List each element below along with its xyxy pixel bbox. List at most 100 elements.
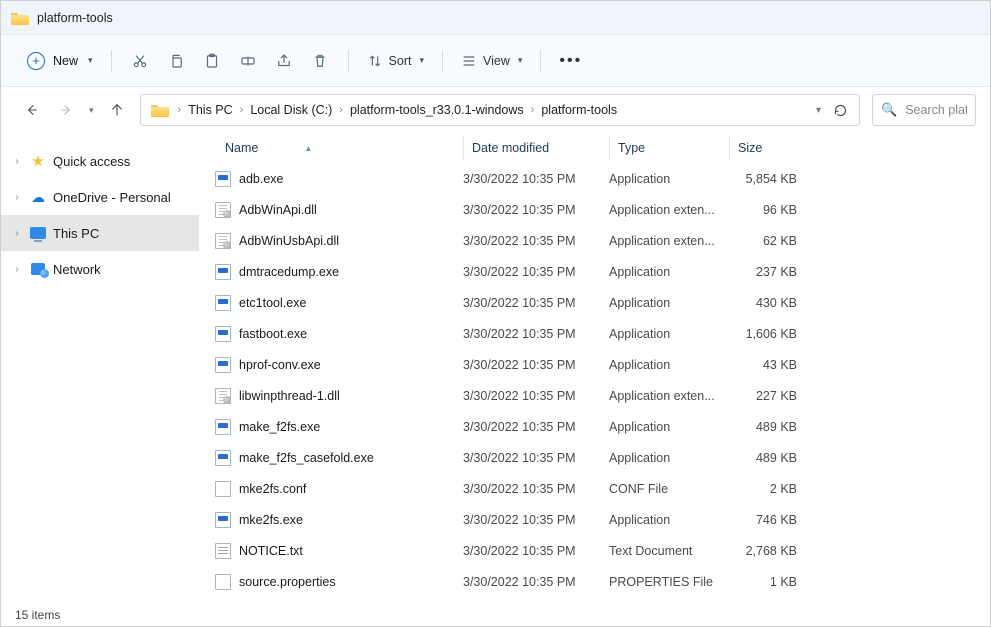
file-type: CONF File [609, 482, 729, 496]
nav-label: OneDrive - Personal [53, 190, 171, 205]
new-button[interactable]: + New ▾ [19, 48, 101, 74]
more-button[interactable]: ••• [551, 48, 590, 74]
forward-button[interactable] [55, 99, 77, 121]
file-row[interactable]: fastboot.exe3/30/2022 10:35 PMApplicatio… [199, 318, 990, 349]
back-button[interactable] [21, 99, 43, 121]
recent-locations-button[interactable]: ▾ [89, 105, 94, 116]
file-name: mke2fs.exe [239, 513, 303, 527]
body: › ★ Quick access › ☁ OneDrive - Personal… [1, 133, 990, 604]
file-date: 3/30/2022 10:35 PM [463, 265, 609, 279]
arrow-up-icon [109, 102, 125, 118]
column-label: Date modified [472, 141, 549, 155]
nav-quick-access[interactable]: › ★ Quick access [1, 143, 199, 179]
folder-icon [151, 103, 169, 117]
file-row[interactable]: mke2fs.conf3/30/2022 10:35 PMCONF File2 … [199, 473, 990, 504]
address-bar[interactable]: › This PC › Local Disk (C:) › platform-t… [140, 94, 860, 126]
file-row[interactable]: hprof-conv.exe3/30/2022 10:35 PMApplicat… [199, 349, 990, 380]
file-row[interactable]: mke2fs.exe3/30/2022 10:35 PMApplication7… [199, 504, 990, 535]
window-title: platform-tools [37, 11, 113, 25]
search-box[interactable]: 🔍 [872, 94, 976, 126]
refresh-button[interactable] [831, 101, 849, 119]
file-icon [215, 388, 231, 404]
separator [540, 50, 541, 72]
nav-this-pc[interactable]: › This PC [1, 215, 199, 251]
file-row[interactable]: source.properties3/30/2022 10:35 PMPROPE… [199, 566, 990, 597]
breadcrumb-item[interactable]: Local Disk (C:) [244, 99, 338, 121]
file-type: Application [609, 451, 729, 465]
file-date: 3/30/2022 10:35 PM [463, 172, 609, 186]
nav-onedrive[interactable]: › ☁ OneDrive - Personal [1, 179, 199, 215]
rename-button[interactable] [230, 45, 266, 77]
file-size: 227 KB [729, 389, 809, 403]
navigation-pane: › ★ Quick access › ☁ OneDrive - Personal… [1, 133, 199, 604]
file-row[interactable]: AdbWinApi.dll 3/30/2022 10:35 PMApplicati… [199, 194, 990, 225]
plus-icon: + [27, 52, 45, 70]
sort-button[interactable]: Sort ▾ [359, 49, 432, 73]
file-icon [215, 357, 231, 373]
column-label: Type [618, 141, 645, 155]
chevron-down-icon: ▾ [419, 55, 424, 66]
file-pane: Name ▲ Date modified Type Size adb.exe3/… [199, 133, 990, 604]
file-date: 3/30/2022 10:35 PM [463, 420, 609, 434]
column-date[interactable]: Date modified [463, 135, 609, 161]
file-icon [215, 326, 231, 342]
file-row[interactable]: adb.exe3/30/2022 10:35 PMApplication5,85… [199, 163, 990, 194]
file-row[interactable]: AdbWinUsbApi.dll3/30/2022 10:35 PMApplic… [199, 225, 990, 256]
column-size[interactable]: Size [729, 135, 809, 161]
folder-icon [11, 11, 29, 25]
breadcrumb-item[interactable]: platform-tools [535, 99, 623, 121]
file-name: AdbWinApi.dll [239, 203, 317, 217]
view-button[interactable]: View ▾ [453, 49, 530, 73]
chevron-right-icon: › [11, 156, 23, 167]
file-date: 3/30/2022 10:35 PM [463, 482, 609, 496]
file-type: Application exten... [609, 203, 729, 217]
file-name: make_f2fs_casefold.exe [239, 451, 374, 465]
file-type: Application [609, 265, 729, 279]
chevron-right-icon: › [11, 192, 23, 203]
breadcrumb-item[interactable]: platform-tools_r33.0.1-windows [344, 99, 530, 121]
new-label: New [53, 54, 78, 68]
nav-network[interactable]: › Network [1, 251, 199, 287]
file-date: 3/30/2022 10:35 PM [463, 203, 609, 217]
file-icon [215, 233, 231, 249]
file-type: Application exten... [609, 234, 729, 248]
share-button[interactable] [266, 45, 302, 77]
separator [442, 50, 443, 72]
file-name: make_f2fs.exe [239, 420, 320, 434]
cut-button[interactable] [122, 45, 158, 77]
file-row[interactable]: make_f2fs_casefold.exe 3/30/2022 10:35 PM… [199, 442, 990, 473]
copy-button[interactable] [158, 45, 194, 77]
title-bar[interactable]: platform-tools [1, 1, 990, 35]
search-input[interactable] [905, 103, 967, 117]
file-icon [215, 264, 231, 280]
paste-button[interactable] [194, 45, 230, 77]
column-type[interactable]: Type [609, 135, 729, 161]
file-type: Application [609, 420, 729, 434]
file-icon [215, 481, 231, 497]
file-list[interactable]: adb.exe3/30/2022 10:35 PMApplication5,85… [199, 163, 990, 604]
file-date: 3/30/2022 10:35 PM [463, 451, 609, 465]
file-date: 3/30/2022 10:35 PM [463, 544, 609, 558]
file-size: 2 KB [729, 482, 809, 496]
file-row[interactable]: NOTICE.txt3/30/2022 10:35 PMText Documen… [199, 535, 990, 566]
address-dropdown[interactable]: ▾ [816, 105, 821, 116]
file-type: Application exten... [609, 389, 729, 403]
delete-button[interactable] [302, 45, 338, 77]
copy-icon [167, 52, 185, 70]
file-row[interactable]: libwinpthread-1.dll3/30/2022 10:35 PMApp… [199, 380, 990, 411]
file-date: 3/30/2022 10:35 PM [463, 358, 609, 372]
column-headers: Name ▲ Date modified Type Size [199, 133, 990, 163]
chevron-down-icon: ▾ [518, 55, 523, 66]
file-row[interactable]: dmtracedump.exe3/30/2022 10:35 PMApplica… [199, 256, 990, 287]
breadcrumb-item[interactable]: This PC [182, 99, 238, 121]
column-label: Size [738, 141, 762, 155]
chevron-down-icon: ▾ [88, 55, 93, 66]
column-name[interactable]: Name ▲ [215, 135, 463, 161]
file-date: 3/30/2022 10:35 PM [463, 389, 609, 403]
file-row[interactable]: etc1tool.exe3/30/2022 10:35 PMApplicatio… [199, 287, 990, 318]
file-row[interactable]: make_f2fs.exe 3/30/2022 10:35 PMApplicati… [199, 411, 990, 442]
up-button[interactable] [106, 99, 128, 121]
file-size: 5,854 KB [729, 172, 809, 186]
file-icon [215, 574, 231, 590]
scissors-icon [131, 52, 149, 70]
